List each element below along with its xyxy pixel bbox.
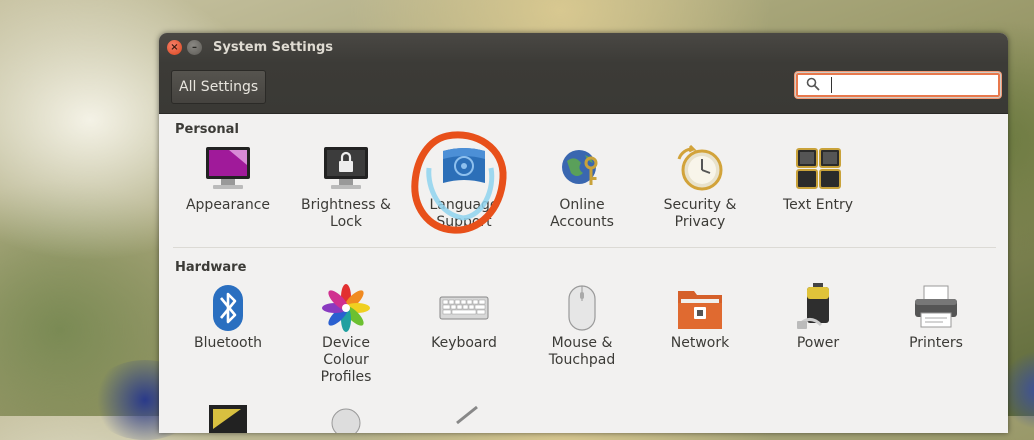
toolbar: All Settings	[159, 63, 1008, 114]
section-divider	[173, 247, 996, 248]
online-accounts-item[interactable]: Online Accounts	[523, 145, 641, 231]
keyboard-icon	[439, 296, 489, 320]
online-accounts-icon	[562, 150, 598, 185]
item-label: Bluetooth	[194, 335, 262, 351]
item-label: Mouse & Touchpad	[548, 335, 616, 368]
bluetooth-item[interactable]: Bluetooth	[169, 283, 287, 352]
title-bar[interactable]: × – System Settings	[159, 33, 1008, 63]
network-icon	[678, 291, 722, 329]
keyboard-item[interactable]: Keyboard	[405, 283, 523, 352]
brightness-lock-item[interactable]: Brightness & Lock	[287, 145, 405, 231]
window-title: System Settings	[213, 40, 334, 55]
text-entry-icon	[796, 148, 841, 189]
item-label: Security & Privacy	[663, 197, 737, 230]
section-title-hardware: Hardware	[175, 260, 247, 275]
text-entry-item[interactable]: Text Entry	[759, 145, 877, 214]
power-icon	[797, 283, 829, 329]
all-settings-button[interactable]: All Settings	[171, 70, 267, 104]
appearance-item[interactable]: Appearance	[169, 145, 287, 214]
partial-item[interactable]	[169, 403, 287, 433]
language-support-icon	[443, 148, 485, 183]
wacom-icon	[456, 405, 478, 425]
network-item[interactable]: Network	[641, 283, 759, 352]
bluetooth-icon	[213, 285, 243, 331]
minimize-button[interactable]: –	[187, 40, 202, 55]
appearance-icon	[206, 147, 250, 189]
item-label: Printers	[909, 335, 963, 351]
item-label: Device Colour Profiles	[320, 335, 372, 385]
section-title-personal: Personal	[175, 122, 239, 137]
close-button[interactable]: ×	[167, 40, 182, 55]
display-icon	[209, 405, 247, 433]
security-privacy-icon	[677, 145, 723, 191]
mouse-icon	[568, 285, 596, 331]
item-label: Online Accounts	[550, 197, 614, 230]
printer-icon	[915, 285, 957, 328]
item-label: Appearance	[185, 197, 271, 213]
settings-content: Personal Appearance Brightness & Lock La…	[159, 113, 1008, 433]
partial-item[interactable]	[405, 403, 523, 433]
partial-item[interactable]	[287, 403, 405, 433]
power-item[interactable]: Power	[759, 283, 877, 352]
device-colour-profiles-item[interactable]: Device Colour Profiles	[287, 283, 405, 386]
item-label: Keyboard	[431, 335, 497, 351]
search-input[interactable]	[795, 72, 1001, 98]
item-label: Brightness & Lock	[301, 197, 391, 230]
item-label: Language Support	[429, 197, 499, 230]
mouse-touchpad-item[interactable]: Mouse & Touchpad	[523, 283, 641, 369]
text-cursor	[831, 77, 832, 93]
security-privacy-item[interactable]: Security & Privacy	[641, 145, 759, 231]
sound-icon	[331, 408, 361, 433]
printers-item[interactable]: Printers	[877, 283, 995, 352]
brightness-lock-icon	[324, 147, 368, 189]
system-settings-window: × – System Settings All Settings Persona…	[159, 33, 1008, 433]
item-label: Network	[670, 335, 730, 351]
color-profiles-icon	[322, 284, 370, 332]
search-icon	[806, 77, 820, 91]
language-support-item[interactable]: Language Support	[405, 145, 523, 231]
item-label: Power	[796, 335, 840, 351]
item-label: Text Entry	[782, 197, 853, 213]
